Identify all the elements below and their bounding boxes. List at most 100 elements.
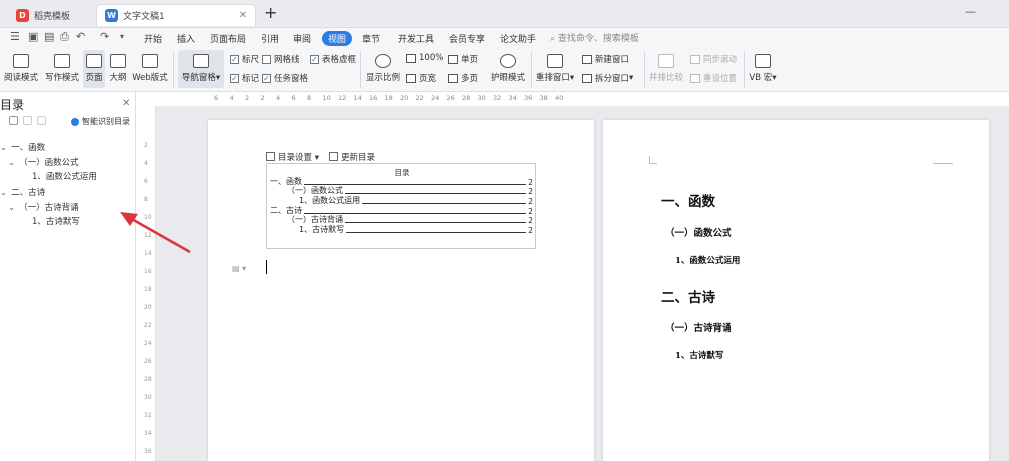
nav-pane-button[interactable]: 导航窗格▾ xyxy=(178,50,224,88)
command-search[interactable]: ⌕ 查找命令、搜索模板 xyxy=(550,31,639,44)
menu-review[interactable]: 审阅 xyxy=(293,32,311,45)
docer-logo-icon: D xyxy=(16,8,29,22)
task-pane-checkbox[interactable]: ✓ 任务窗格 xyxy=(262,72,308,84)
document-canvas: 目录设置 ▾ 更新目录 目录 一、函数 2 （一）函数公式 2 1、函数公式运用 2 … xyxy=(156,106,1009,461)
separator xyxy=(531,52,532,88)
heading2-function-formula[interactable]: （一）函数公式 xyxy=(665,225,732,239)
export-icon[interactable]: ▤ xyxy=(44,30,54,43)
title-bar: D 稻壳模板 W 文字文稿1 ✕ + — xyxy=(0,0,1009,28)
menu-developer[interactable]: 开发工具 xyxy=(398,32,434,45)
smart-toc-button[interactable]: 智能识别目录 xyxy=(71,116,130,127)
outline-icon xyxy=(110,54,126,68)
page-view-button[interactable]: 页面 xyxy=(83,50,105,88)
ruler-tick: 16 xyxy=(369,94,378,102)
undo-icon[interactable]: ↶ xyxy=(76,30,85,43)
print-icon[interactable]: ⎙ xyxy=(60,30,69,44)
ruler-tick: 12 xyxy=(338,94,347,102)
ruler-tick: 14 xyxy=(353,94,362,102)
chevron-down-icon: ▾ xyxy=(772,73,777,83)
heading3-dictation[interactable]: 1、古诗默写 xyxy=(675,349,723,361)
zoom-button[interactable]: 显示比例 xyxy=(365,50,401,88)
ruler-tick: 30 xyxy=(144,394,152,401)
smart-icon xyxy=(71,117,79,126)
new-tab-button[interactable]: + xyxy=(264,3,277,22)
heading1-poems[interactable]: 二、古诗 xyxy=(661,286,715,306)
menu-member[interactable]: 会员专享 xyxy=(449,32,485,45)
close-tab-icon[interactable]: ✕ xyxy=(239,10,247,21)
menu-hamburger-icon[interactable]: ☰ xyxy=(10,30,20,43)
ruler-checkbox[interactable]: ✓ 标尺 xyxy=(230,53,259,65)
menu-home[interactable]: 开始 xyxy=(144,32,162,45)
heading1-functions[interactable]: 一、函数 xyxy=(661,190,715,210)
horizontal-ruler[interactable]: 6 4 2 2 4 6 8 10 12 14 16 18 20 22 24 26 28 30 32 34 36 38 40 xyxy=(136,92,1009,106)
page-width-button[interactable]: 页宽 xyxy=(406,72,436,84)
ruler-tick: 22 xyxy=(415,94,424,102)
multi-page-button[interactable]: 多页 xyxy=(448,72,478,84)
toc-settings-button[interactable]: 目录设置 ▾ xyxy=(266,151,319,163)
toc-item-level2[interactable]: ⌄ （一）函数公式 xyxy=(8,156,79,168)
document-page-2[interactable]: 一、函数 （一）函数公式 1、函数公式运用 二、古诗 （一）古诗背诵 1、古诗默… xyxy=(603,120,989,461)
arrange-windows-button[interactable]: 重排窗口▾ xyxy=(535,50,575,88)
grid-checkbox[interactable]: 网格线 xyxy=(262,53,300,65)
markup-checkbox[interactable]: ✓ 标记 xyxy=(230,72,259,84)
outline-view-button[interactable]: 大纲 xyxy=(107,50,129,88)
paragraph-menu-icon[interactable]: ▤ ▾ xyxy=(232,264,246,273)
checkbox-checked-icon: ✓ xyxy=(310,54,319,64)
expand-all-icon[interactable] xyxy=(23,116,32,125)
toc-line-level3[interactable]: 1、古诗默写 2 xyxy=(299,224,533,235)
ruler-tick: 10 xyxy=(144,214,152,221)
side-by-side-button[interactable]: 并排比较 xyxy=(648,50,684,88)
tab-label: 稻壳模板 xyxy=(34,11,71,22)
book-icon xyxy=(13,54,29,68)
ruler-tick: 6 xyxy=(291,94,296,102)
menu-references[interactable]: 引用 xyxy=(261,32,279,45)
redo-icon[interactable]: ↷ xyxy=(100,30,109,43)
save-icon[interactable]: ▣ xyxy=(28,30,38,43)
vb-macro-button[interactable]: VB 宏▾ xyxy=(748,50,778,88)
heading2-recitation[interactable]: （一）古诗背诵 xyxy=(665,320,732,334)
new-window-button[interactable]: 新建窗口 xyxy=(582,53,629,65)
ruler-tick: 30 xyxy=(477,94,486,102)
menu-view[interactable]: 视图 xyxy=(322,31,353,46)
reset-position-button[interactable]: 重设位置 xyxy=(690,72,737,84)
toc-field-toolbar: 目录设置 ▾ 更新目录 xyxy=(266,151,375,163)
new-window-icon xyxy=(582,54,592,64)
vertical-ruler[interactable]: 2 4 6 8 10 12 14 16 18 20 22 24 26 28 30 32 34 36 xyxy=(136,106,156,461)
tab-document1[interactable]: W 文字文稿1 ✕ xyxy=(96,4,256,26)
ruler-tick: 24 xyxy=(431,94,440,102)
close-icon[interactable]: ✕ xyxy=(122,98,130,109)
margin-corner xyxy=(933,156,953,164)
tab-docer-templates[interactable]: D 稻壳模板 xyxy=(8,4,92,26)
toc-field[interactable]: 目录 一、函数 2 （一）函数公式 2 1、函数公式运用 2 二、古诗 2 （一）古诗背… xyxy=(266,163,536,249)
toc-item-level2[interactable]: ⌄ （一）古诗背诵 xyxy=(8,201,79,213)
update-toc-button[interactable]: 更新目录 xyxy=(328,151,375,163)
magnifier-icon xyxy=(375,54,391,68)
toc-item-level3[interactable]: 1、函数公式运用 xyxy=(32,170,97,182)
separator xyxy=(360,52,361,88)
heading3-formula-usage[interactable]: 1、函数公式运用 xyxy=(675,254,740,266)
sync-scroll-button[interactable]: 同步滚动 xyxy=(690,53,737,65)
ruler-tick: 26 xyxy=(144,358,152,365)
minimize-icon[interactable]: — xyxy=(965,5,976,18)
eye-mode-button[interactable]: 护眼模式 xyxy=(488,50,528,88)
toc-item-level1[interactable]: ⌄ 二、古诗 xyxy=(0,186,45,198)
checkbox-checked-icon: ✓ xyxy=(262,73,271,83)
write-mode-button[interactable]: 写作模式 xyxy=(44,50,80,88)
web-layout-button[interactable]: Web版式 xyxy=(132,50,168,88)
toc-item-level1[interactable]: ⌄ 一、函数 xyxy=(0,141,45,153)
menu-thesis[interactable]: 论文助手 xyxy=(500,32,536,45)
collapse-all-icon[interactable] xyxy=(9,116,18,125)
toc-item-level3[interactable]: 1、古诗默写 xyxy=(32,215,80,227)
toc-option-icon[interactable] xyxy=(37,116,46,125)
chevron-down-icon[interactable]: ▾ xyxy=(120,32,124,41)
menu-insert[interactable]: 插入 xyxy=(177,32,195,45)
arrange-icon xyxy=(547,54,563,68)
menu-page-layout[interactable]: 页面布局 xyxy=(210,32,246,45)
zoom-100-button[interactable]: 100% xyxy=(406,53,443,63)
table-gridlines-checkbox[interactable]: ✓ 表格虚框 xyxy=(310,53,356,65)
menu-section[interactable]: 章节 xyxy=(362,32,380,45)
single-page-button[interactable]: 单页 xyxy=(448,53,478,65)
split-window-button[interactable]: 拆分窗口 ▾ xyxy=(582,72,633,84)
read-mode-button[interactable]: 阅读模式 xyxy=(4,50,38,88)
ruler-tick: 20 xyxy=(400,94,409,102)
